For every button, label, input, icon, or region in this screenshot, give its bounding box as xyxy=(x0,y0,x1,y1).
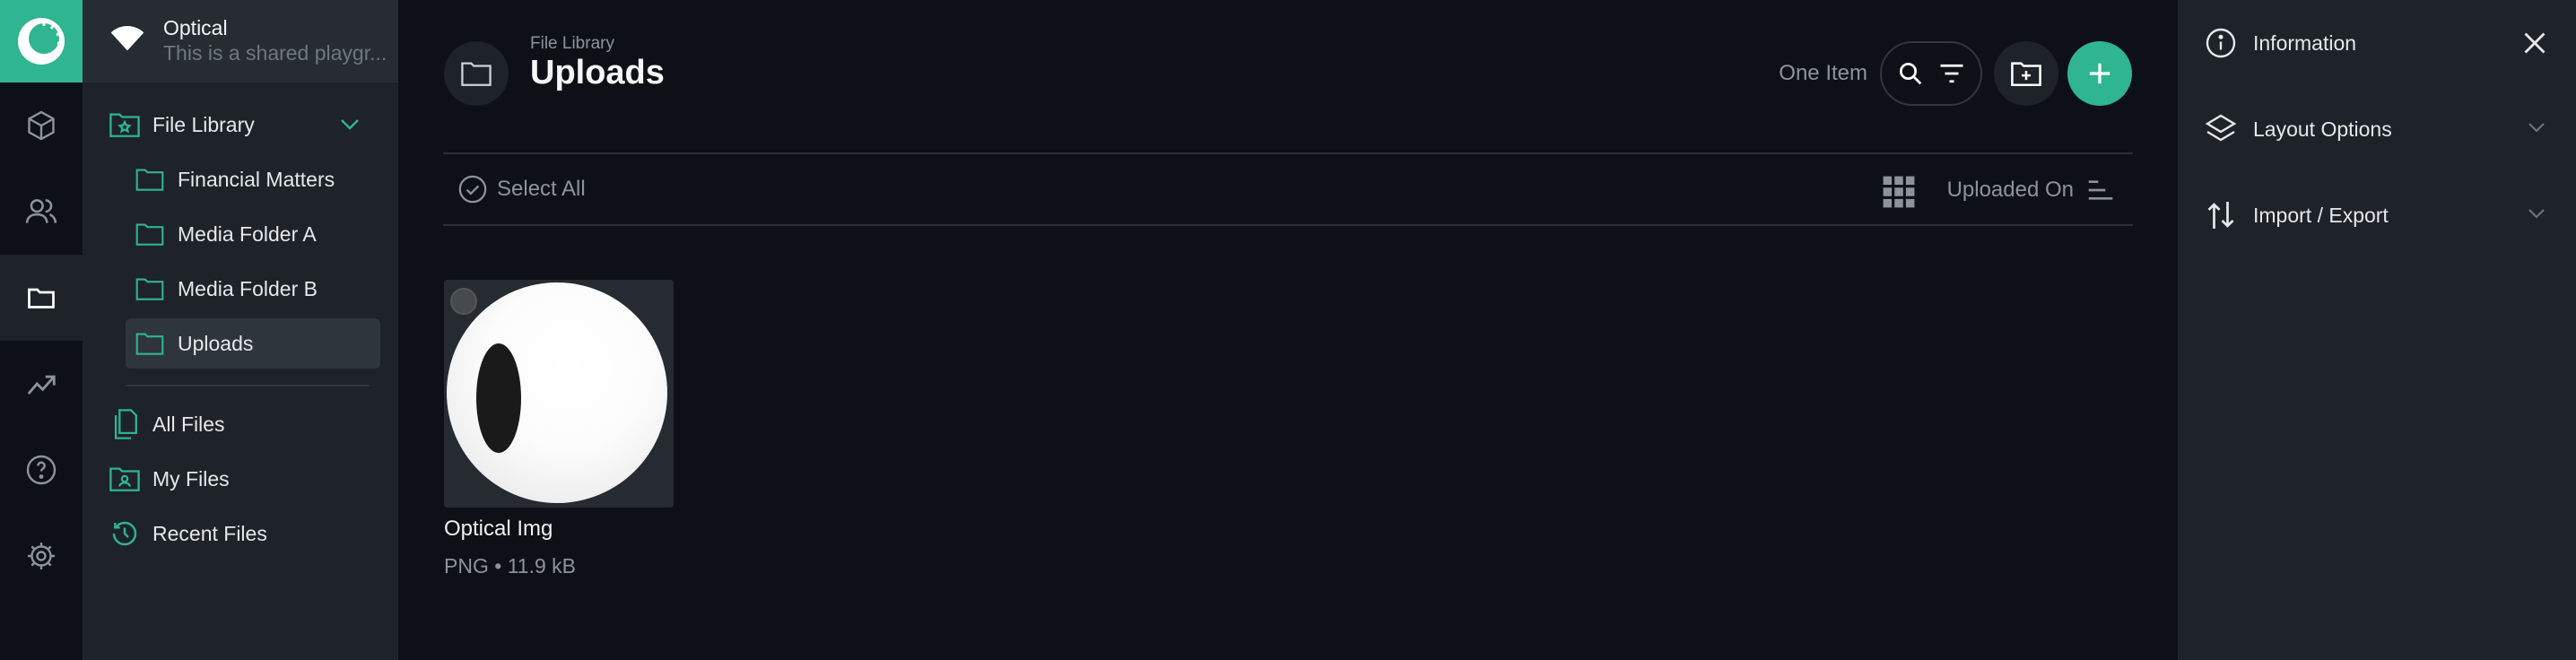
file-select-checkbox[interactable] xyxy=(450,288,477,315)
chevron-down-icon xyxy=(2528,123,2545,133)
toolbar-bottom-divider xyxy=(443,224,2133,226)
project-header[interactable]: Optical This is a shared playgr... xyxy=(83,0,398,82)
nav-folder-financial-matters[interactable]: Financial Matters xyxy=(135,154,391,204)
close-icon[interactable] xyxy=(2522,30,2547,56)
project-name: Optical xyxy=(163,16,228,39)
meta-separator: • xyxy=(494,554,502,578)
sidebar-information-label: Information xyxy=(2253,30,2357,55)
page-title: Uploads xyxy=(530,54,665,91)
file-card[interactable] xyxy=(444,280,674,508)
folder-icon xyxy=(461,62,492,86)
search-icon[interactable] xyxy=(1897,60,1924,87)
history-icon xyxy=(109,518,140,549)
create-folder-button[interactable] xyxy=(1994,41,2058,106)
plus-icon xyxy=(2089,63,2110,84)
grid-view-icon[interactable] xyxy=(1882,175,1916,209)
file-name[interactable]: Optical Img xyxy=(444,517,553,542)
file-meta: PNG • 11.9 kB xyxy=(444,554,576,578)
nav-folder-uploads[interactable]: Uploads xyxy=(126,318,380,369)
import-export-icon xyxy=(2207,202,2234,229)
box-icon xyxy=(28,110,55,141)
module-content[interactable] xyxy=(0,82,83,169)
nav-my-files[interactable]: My Files xyxy=(109,454,379,504)
sidebar-import-export-label: Import / Export xyxy=(2253,203,2389,227)
folder-icon xyxy=(135,274,165,304)
search-filter-group xyxy=(1880,41,1982,106)
folder-label: Media Folder B xyxy=(178,276,318,300)
filter-icon[interactable] xyxy=(1938,62,1965,85)
logo-icon xyxy=(18,18,65,65)
nav-my-files-label: My Files xyxy=(152,466,230,491)
nav-file-library-label: File Library xyxy=(152,112,255,136)
app-window: Optical This is a shared playgr... File … xyxy=(0,0,2576,660)
folder-label: Uploads xyxy=(178,331,254,355)
header-folder-icon-wrap xyxy=(444,41,509,106)
select-all-button[interactable]: Select All xyxy=(457,174,586,204)
folder-icon xyxy=(135,219,165,249)
file-thumbnail xyxy=(447,282,667,503)
chevron-down-icon xyxy=(2528,209,2545,219)
file-size: 11.9 kB xyxy=(507,554,576,578)
nav-file-library[interactable]: File Library xyxy=(109,100,379,150)
folder-label: Media Folder A xyxy=(178,221,317,246)
project-description: This is a shared playgr... xyxy=(163,41,387,65)
nav-recent-files-label: Recent Files xyxy=(152,521,267,545)
sidebar-layout-options[interactable]: Layout Options xyxy=(2178,86,2576,172)
nav-recent-files[interactable]: Recent Files xyxy=(109,508,379,559)
folder-label: Financial Matters xyxy=(178,167,335,191)
file-type: PNG xyxy=(444,554,489,578)
upload-file-button[interactable] xyxy=(2067,41,2132,106)
toolbar-top-divider xyxy=(443,152,2133,154)
folder-icon xyxy=(135,164,165,195)
help-icon xyxy=(26,455,57,485)
module-users[interactable] xyxy=(0,169,83,255)
folder-user-icon xyxy=(109,464,140,494)
thumbnail-shape xyxy=(476,343,521,453)
settings-icon xyxy=(28,543,55,569)
brand-logo[interactable] xyxy=(0,0,83,82)
layers-icon xyxy=(2205,114,2237,142)
module-help[interactable] xyxy=(0,427,83,513)
nav-all-files-label: All Files xyxy=(152,412,225,436)
insights-icon xyxy=(27,375,56,395)
item-count: One Item xyxy=(1779,61,1867,85)
module-settings[interactable] xyxy=(0,513,83,599)
breadcrumb[interactable]: File Library xyxy=(530,34,614,54)
folder-star-icon xyxy=(109,109,140,140)
chevron-down-icon[interactable] xyxy=(339,117,361,132)
wifi-icon xyxy=(110,26,144,51)
sidebar-layout-options-label: Layout Options xyxy=(2253,117,2392,141)
module-files[interactable] xyxy=(0,255,83,341)
folder-plus-icon xyxy=(2011,62,2041,87)
info-icon xyxy=(2206,28,2236,58)
nav-divider xyxy=(126,385,370,386)
module-insights[interactable] xyxy=(0,341,83,427)
navigation-panel: Optical This is a shared playgr... File … xyxy=(83,0,398,660)
nav-folder-media-b[interactable]: Media Folder B xyxy=(135,264,391,314)
sidebar-import-export[interactable]: Import / Export xyxy=(2178,172,2576,258)
nav-folder-media-a[interactable]: Media Folder A xyxy=(135,209,391,259)
check-circle-icon xyxy=(458,175,487,204)
select-all-label: Select All xyxy=(497,177,586,201)
sort-direction-icon[interactable] xyxy=(2086,178,2115,203)
folder-icon xyxy=(28,288,55,308)
folder-icon xyxy=(135,328,165,359)
files-icon xyxy=(109,409,140,439)
nav-all-files[interactable]: All Files xyxy=(109,399,379,449)
sidebar-information[interactable]: Information xyxy=(2178,0,2576,86)
users-icon xyxy=(25,199,57,223)
sort-field-selector[interactable]: Uploaded On xyxy=(1928,178,2074,203)
module-bar xyxy=(0,0,83,660)
right-sidebar: Information Layout Options Import / Expo… xyxy=(2178,0,2576,660)
